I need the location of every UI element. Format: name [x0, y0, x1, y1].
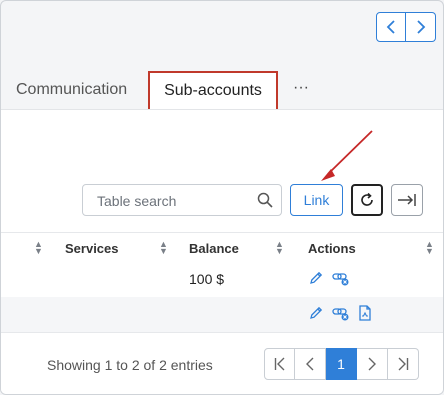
balance-cell: 100 $ [189, 271, 225, 287]
search-icon[interactable] [257, 192, 273, 213]
document-icon[interactable] [358, 305, 372, 324]
table-header: ▲ ▼ Services ▲ ▼ Balance ▲ ▼ Actions ▲ ▼ [1, 232, 443, 264]
previous-page-button[interactable] [295, 348, 326, 380]
entries-info: Showing 1 to 2 of 2 entries [47, 357, 213, 373]
next-record-button[interactable] [406, 12, 436, 42]
arrow-to-right-icon [398, 194, 416, 206]
row-actions [308, 305, 372, 324]
tab-communication[interactable]: Communication [16, 81, 127, 99]
first-page-icon [274, 357, 284, 371]
pagination: 1 [264, 348, 419, 380]
last-page-icon [398, 357, 409, 371]
chevron-left-icon [386, 20, 395, 34]
sort-icon[interactable]: ▲ ▼ [34, 240, 43, 256]
last-page-button[interactable] [388, 348, 419, 380]
refresh-button[interactable] [351, 184, 383, 216]
sort-icon[interactable]: ▲ ▼ [159, 240, 168, 256]
unlink-icon[interactable] [332, 270, 350, 289]
sort-icon[interactable]: ▲ ▼ [275, 240, 284, 256]
chevron-right-icon [368, 357, 376, 371]
tab-sub-accounts-label: Sub-accounts [164, 82, 262, 99]
row-actions [308, 270, 350, 289]
chevron-left-icon [306, 357, 314, 371]
edit-icon[interactable] [308, 305, 324, 324]
unlink-icon[interactable] [332, 305, 350, 324]
tab-bar: Communication Sub-accounts ··· [1, 71, 443, 111]
table-row: 100 $ [1, 262, 443, 298]
edit-icon[interactable] [308, 270, 324, 289]
chevron-right-icon [416, 20, 425, 34]
previous-record-button[interactable] [376, 12, 406, 42]
column-balance[interactable]: Balance [189, 241, 239, 256]
table-search [82, 184, 282, 216]
column-services[interactable]: Services [65, 241, 119, 256]
table-search-input[interactable] [95, 191, 259, 211]
export-button[interactable] [391, 184, 423, 216]
first-page-button[interactable] [264, 348, 295, 380]
link-button[interactable]: Link [290, 184, 343, 216]
next-page-button[interactable] [357, 348, 388, 380]
table-row [1, 297, 443, 333]
tab-sub-accounts[interactable]: Sub-accounts [148, 71, 278, 111]
window-frame: Communication Sub-accounts ··· Link [0, 0, 444, 395]
tab-more[interactable]: ··· [293, 79, 309, 97]
record-navigation [376, 12, 436, 42]
sort-icon[interactable]: ▲ ▼ [425, 240, 434, 256]
column-actions: Actions [308, 241, 356, 256]
sub-accounts-panel: Link ▲▼ Services ▲▼ Balance ▲▼ Actions ▲… [1, 109, 443, 394]
refresh-icon [361, 192, 373, 206]
page-button-current[interactable]: 1 [326, 348, 357, 380]
